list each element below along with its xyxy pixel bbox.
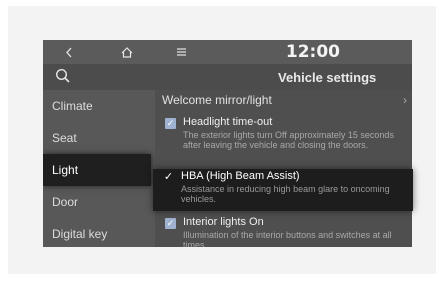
- home-button[interactable]: [107, 40, 147, 64]
- page-title: Vehicle settings: [278, 70, 377, 85]
- option-title: Headlight time-out: [183, 116, 273, 128]
- sidebar-item-seat[interactable]: Seat: [43, 122, 155, 154]
- option-title: HBA (High Beam Assist): [181, 170, 300, 182]
- sidebar: Climate Seat Light Door Digital key: [43, 90, 155, 247]
- option-description: Illumination of the interior buttons and…: [183, 230, 392, 247]
- sidebar-item-label: Digital key: [52, 227, 108, 241]
- sidebar-item-label: Light: [52, 163, 79, 177]
- top-bar: 12:00: [43, 40, 412, 64]
- welcome-mirror-light-row[interactable]: Welcome mirror/light ›: [162, 93, 407, 111]
- chevron-right-icon: ›: [403, 93, 407, 107]
- checkmark-icon: ✓: [163, 171, 174, 183]
- option-description: The exterior lights turn Off approximate…: [183, 130, 394, 150]
- checkmark-icon: ✓: [166, 118, 175, 128]
- hba-checkbox[interactable]: ✓: [163, 172, 174, 183]
- menu-button[interactable]: [161, 40, 201, 64]
- option-description: Assistance in reducing high beam glare t…: [181, 184, 390, 204]
- option-interior-lights-on: ✓ Interior lights On Illumination of the…: [155, 216, 412, 247]
- sidebar-item-label: Door: [52, 195, 79, 209]
- back-button[interactable]: [49, 40, 89, 64]
- option-hba-high-beam-assist[interactable]: ✓ HBA (High Beam Assist) Assistance in r…: [153, 169, 413, 211]
- back-arrow-icon: [66, 47, 72, 57]
- row-label: Welcome mirror/light: [162, 93, 272, 107]
- search-button[interactable]: [55, 68, 75, 86]
- search-icon: [55, 68, 70, 83]
- sidebar-item-light[interactable]: Light: [43, 154, 151, 186]
- sidebar-item-label: Climate: [52, 99, 93, 113]
- headlight-time-out-checkbox[interactable]: ✓: [165, 118, 176, 129]
- header: Vehicle settings: [43, 64, 412, 90]
- checkmark-icon: ✓: [166, 218, 175, 228]
- settings-screen: 12:00 Vehicle settings Climate Seat Ligh…: [43, 40, 412, 247]
- sidebar-item-digital-key[interactable]: Digital key: [43, 218, 155, 247]
- option-title: Interior lights On: [183, 216, 264, 228]
- sidebar-item-door[interactable]: Door: [43, 186, 155, 218]
- menu-icon: [176, 48, 186, 56]
- home-icon: [121, 46, 133, 58]
- clock: 12:00: [285, 42, 340, 62]
- sidebar-item-climate[interactable]: Climate: [43, 90, 155, 122]
- option-headlight-time-out: ✓ Headlight time-out The exterior lights…: [155, 116, 412, 160]
- sidebar-item-label: Seat: [52, 131, 77, 145]
- interior-lights-on-checkbox[interactable]: ✓: [165, 218, 176, 229]
